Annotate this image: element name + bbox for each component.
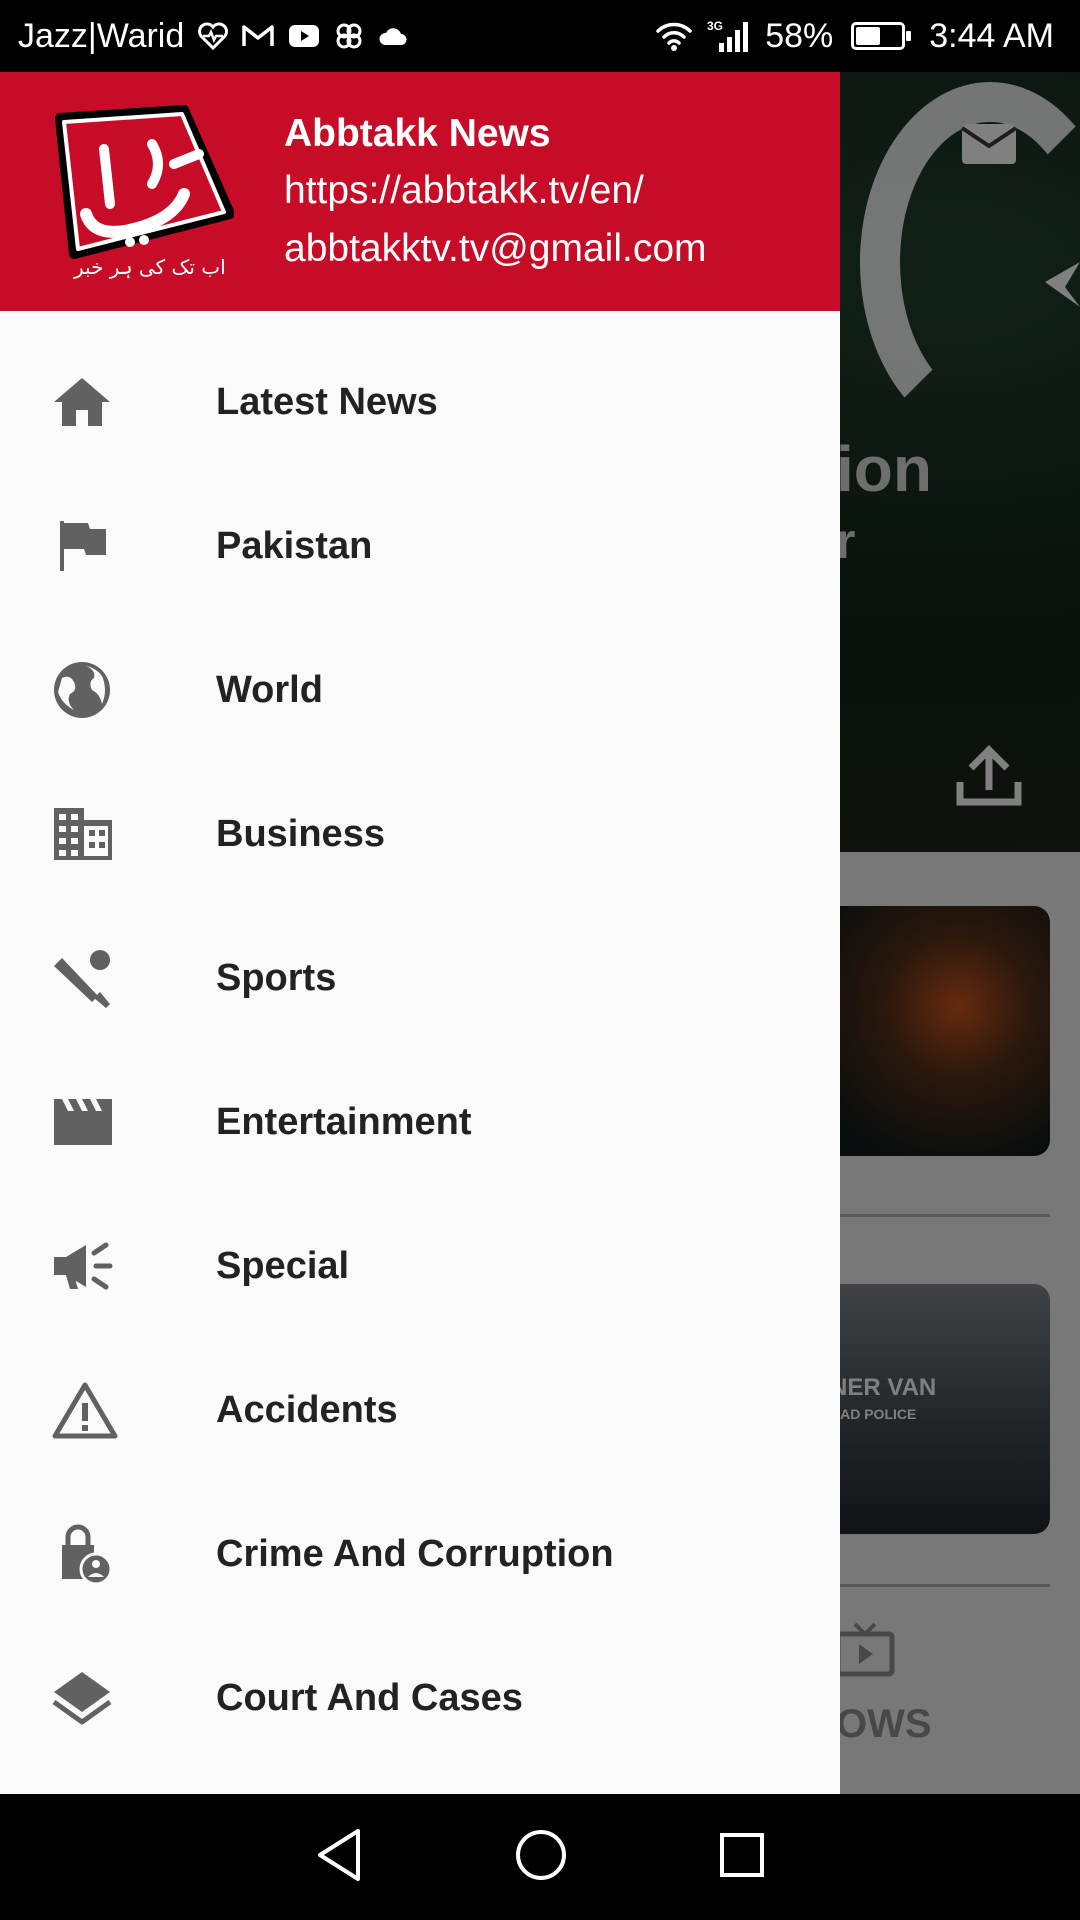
- system-nav-bar: [0, 1794, 1080, 1920]
- business-building-icon: [0, 806, 216, 862]
- header-text: Abbtakk News https://abbtakk.tv/en/ abbt…: [284, 106, 707, 278]
- menu-item-world[interactable]: World: [0, 618, 840, 762]
- menu-label: Special: [216, 1244, 350, 1287]
- home-icon: [0, 376, 216, 428]
- gmail-icon: [242, 24, 275, 48]
- navigation-drawer: اب تک کی ہر خبر Abbtakk News https://abb…: [0, 72, 840, 1794]
- menu-item-latest-news[interactable]: Latest News: [0, 330, 840, 474]
- menu-item-business[interactable]: Business: [0, 762, 840, 906]
- flag-icon: [0, 519, 216, 573]
- website-url[interactable]: https://abbtakk.tv/en/: [284, 162, 707, 220]
- battery-percent: 58%: [765, 16, 834, 55]
- status-left: Jazz|Warid: [18, 17, 408, 56]
- drawer-menu: Latest News Pakistan World Business Spor…: [0, 311, 840, 1770]
- back-icon[interactable]: [314, 1827, 364, 1888]
- menu-label: Pakistan: [216, 524, 373, 567]
- menu-label: Business: [216, 812, 385, 855]
- menu-label: Latest News: [216, 380, 438, 423]
- warning-icon: [0, 1381, 216, 1439]
- pinwheel-icon: [334, 21, 364, 51]
- contact-email[interactable]: abbtakktv.tv@gmail.com: [284, 220, 707, 278]
- clock: 3:44 AM: [929, 16, 1054, 55]
- home-circle-icon[interactable]: [514, 1828, 568, 1887]
- signal-icon: 3G: [707, 19, 751, 53]
- carrier-name: Jazz|Warid: [18, 16, 185, 55]
- globe-icon: [0, 660, 216, 720]
- network-type: 3G: [707, 19, 723, 33]
- menu-item-court-and-cases[interactable]: Court And Cases: [0, 1626, 840, 1770]
- youtube-icon: [288, 24, 320, 48]
- wifi-icon: [655, 20, 693, 52]
- recents-icon[interactable]: [718, 1831, 766, 1884]
- heart-monitor-icon: [198, 22, 229, 50]
- menu-item-sports[interactable]: Sports: [0, 906, 840, 1050]
- menu-item-entertainment[interactable]: Entertainment: [0, 1050, 840, 1194]
- menu-item-accidents[interactable]: Accidents: [0, 1338, 840, 1482]
- cloud-icon: [378, 25, 408, 47]
- cricket-icon: [0, 948, 216, 1008]
- menu-item-pakistan[interactable]: Pakistan: [0, 474, 840, 618]
- menu-item-crime-and-corruption[interactable]: Crime And Corruption: [0, 1482, 840, 1626]
- drawer-header: اب تک کی ہر خبر Abbtakk News https://abb…: [0, 72, 840, 311]
- menu-label: Crime And Corruption: [216, 1532, 614, 1575]
- menu-label: Entertainment: [216, 1100, 472, 1143]
- menu-item-special[interactable]: Special: [0, 1194, 840, 1338]
- battery-icon: [851, 22, 912, 50]
- app-title: Abbtakk News: [284, 111, 551, 155]
- menu-label: Sports: [216, 956, 337, 999]
- menu-label: World: [216, 668, 323, 711]
- clapperboard-icon: [0, 1097, 216, 1147]
- status-bar: Jazz|Warid 3G 58% 3:44 AM: [0, 0, 1080, 72]
- megaphone-icon: [0, 1241, 216, 1291]
- lock-person-icon: [0, 1523, 216, 1585]
- status-right: 3G 58% 3:44 AM: [655, 17, 1054, 56]
- logo-tagline: اب تک کی ہر خبر: [73, 255, 226, 279]
- battery-level: [856, 27, 881, 45]
- layers-icon: [0, 1670, 216, 1726]
- menu-label: Accidents: [216, 1388, 398, 1431]
- menu-label: Court And Cases: [216, 1676, 523, 1719]
- abbtakk-logo: اب تک کی ہر خبر: [55, 105, 234, 279]
